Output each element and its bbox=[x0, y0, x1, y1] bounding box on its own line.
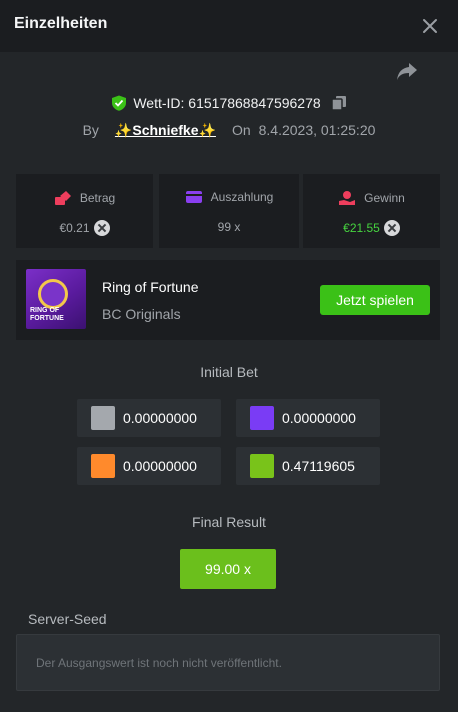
final-result-label: Final Result bbox=[192, 514, 266, 530]
close-icon[interactable] bbox=[418, 14, 442, 38]
chip-value: 0.47119605 bbox=[282, 458, 355, 474]
on-label: On bbox=[231, 122, 251, 138]
initial-bet-label: Initial Bet bbox=[200, 364, 258, 380]
initial-bet-chip: 0.47119605 bbox=[236, 447, 380, 485]
bet-byline: By ✨Schniefke✨ On 8.4.2023, 01:25:20 bbox=[0, 119, 458, 141]
copy-icon[interactable] bbox=[330, 95, 347, 111]
card-icon bbox=[185, 191, 202, 203]
stat-gewinn-label: Gewinn bbox=[364, 191, 405, 205]
page-title: Einzelheiten bbox=[14, 15, 108, 32]
game-thumbnail[interactable]: RING OF FORTUNE bbox=[26, 269, 86, 329]
play-now-button[interactable]: Jetzt spielen bbox=[320, 285, 430, 315]
game-card: RING OF FORTUNE Ring of Fortune BC Origi… bbox=[16, 260, 440, 340]
wheel-icon bbox=[38, 279, 68, 309]
color-swatch bbox=[91, 454, 115, 478]
stat-gewinn: Gewinn €21.55 bbox=[303, 174, 440, 248]
shield-check-icon bbox=[112, 95, 127, 111]
server-seed-label: Server-Seed bbox=[28, 611, 107, 627]
chip-value: 0.00000000 bbox=[282, 410, 356, 426]
color-swatch bbox=[91, 406, 115, 430]
thumbnail-title: RING OF FORTUNE bbox=[30, 307, 64, 322]
final-result-value: 99.00 x bbox=[180, 549, 276, 589]
stat-betrag-value: €0.21 bbox=[59, 221, 90, 235]
initial-bet-chip: 0.00000000 bbox=[77, 447, 221, 485]
share-icon[interactable] bbox=[396, 61, 420, 83]
game-name[interactable]: Ring of Fortune bbox=[102, 279, 199, 295]
user-link[interactable]: ✨Schniefke✨ bbox=[107, 122, 224, 139]
details-header: Einzelheiten bbox=[0, 0, 458, 52]
color-swatch bbox=[250, 454, 274, 478]
bet-id-text: Wett-ID: 61517868847596278 bbox=[133, 95, 321, 111]
chip-value: 0.00000000 bbox=[123, 458, 197, 474]
stat-auszahlung-value: 99 x bbox=[217, 220, 241, 234]
chip-value: 0.00000000 bbox=[123, 410, 197, 426]
server-seed-placeholder: Der Ausgangswert ist noch nicht veröffen… bbox=[36, 656, 282, 670]
server-seed-field[interactable]: Der Ausgangswert ist noch nicht veröffen… bbox=[16, 634, 440, 691]
currency-icon bbox=[93, 220, 110, 236]
stat-betrag-label: Betrag bbox=[79, 191, 116, 205]
by-label: By bbox=[82, 122, 99, 138]
currency-icon bbox=[383, 220, 400, 236]
stat-auszahlung-label: Auszahlung bbox=[210, 190, 274, 204]
color-swatch bbox=[250, 406, 274, 430]
stat-auszahlung: Auszahlung 99 x bbox=[159, 174, 299, 248]
game-provider: BC Originals bbox=[102, 306, 181, 322]
initial-bet-chip: 0.00000000 bbox=[77, 399, 221, 437]
stat-betrag: Betrag €0.21 bbox=[16, 174, 153, 248]
stat-gewinn-value: €21.55 bbox=[343, 221, 380, 235]
initial-bet-chip: 0.00000000 bbox=[236, 399, 380, 437]
coins-icon bbox=[54, 191, 71, 205]
bet-id-row: Wett-ID: 61517868847596278 bbox=[0, 92, 458, 114]
bet-timestamp: 8.4.2023, 01:25:20 bbox=[258, 122, 376, 138]
hand-coin-icon bbox=[339, 191, 356, 205]
